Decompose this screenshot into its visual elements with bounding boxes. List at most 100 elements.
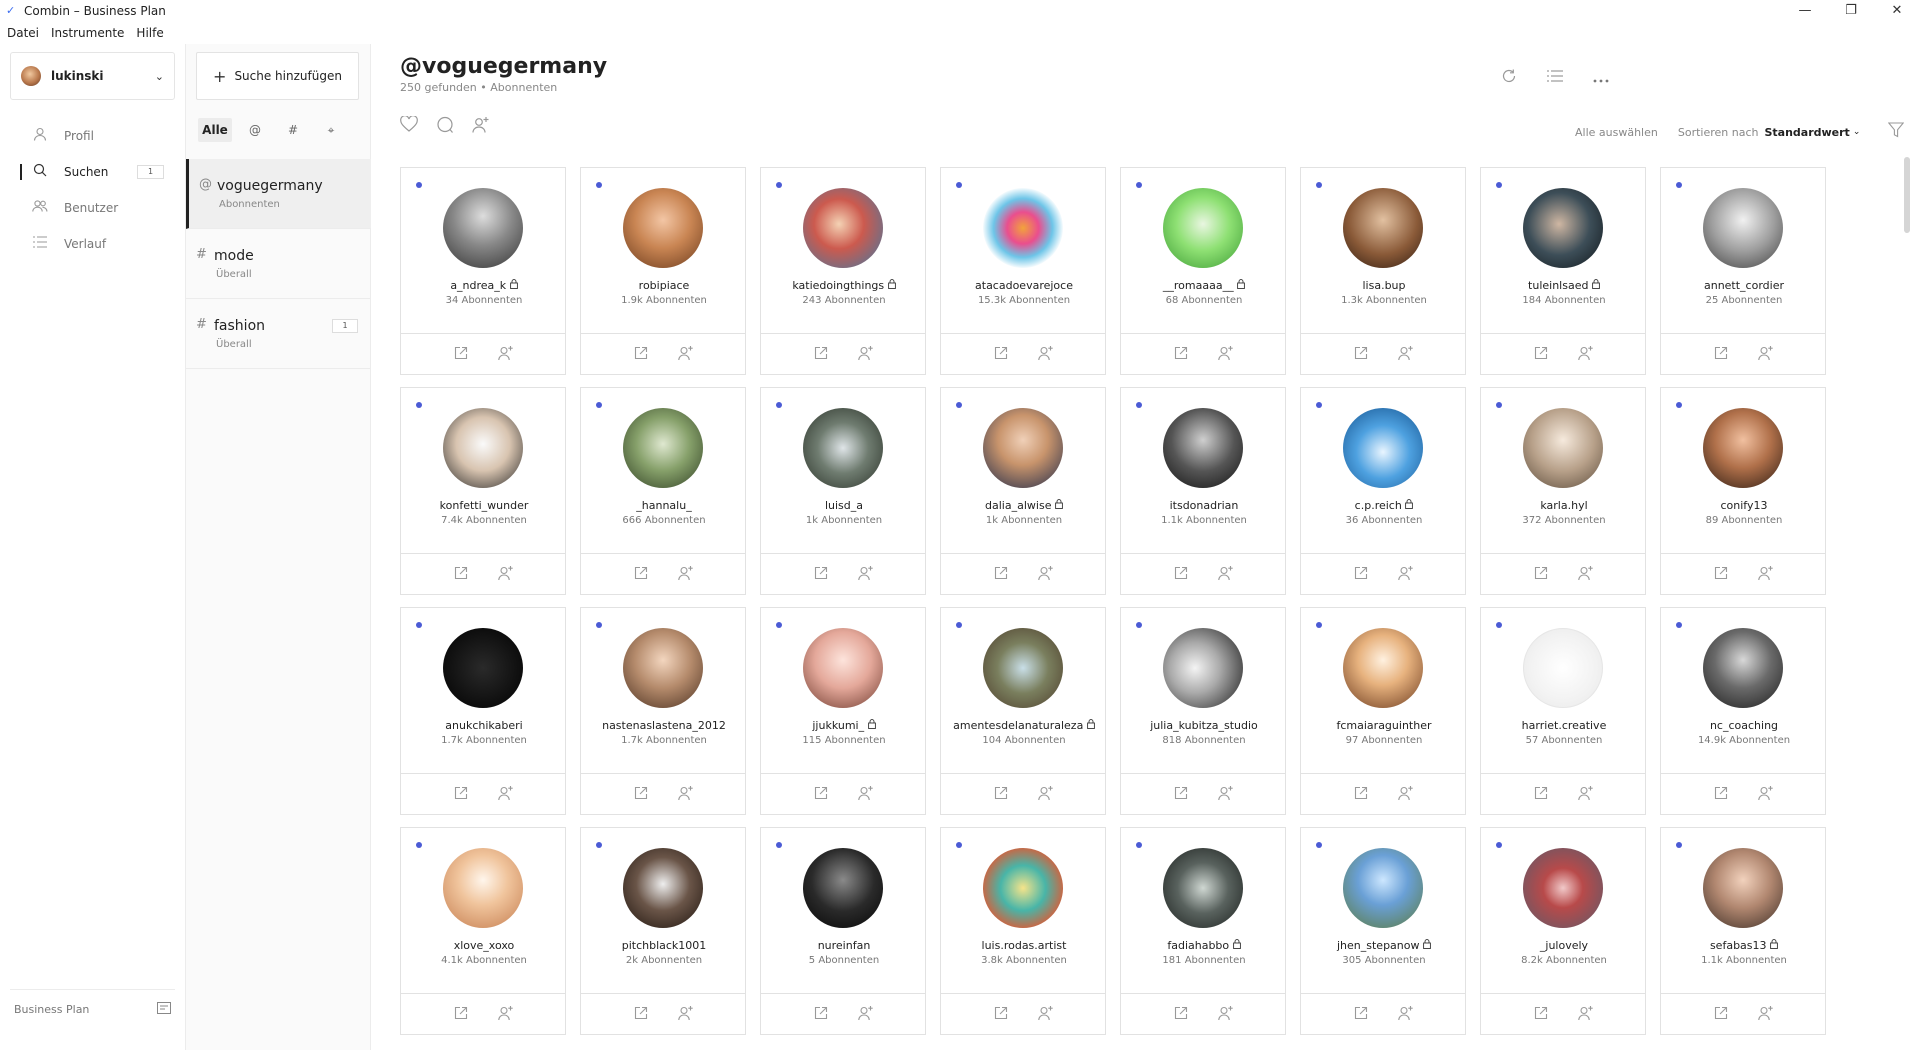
open-external-icon[interactable] (1518, 346, 1563, 364)
follow-icon[interactable] (1743, 345, 1788, 365)
follow-icon[interactable] (1023, 565, 1068, 585)
selection-dot[interactable] (1136, 402, 1142, 408)
open-external-icon[interactable] (1338, 566, 1383, 584)
selection-dot[interactable] (1676, 842, 1682, 848)
username[interactable]: harriet.creative (1481, 719, 1647, 732)
username[interactable]: lisa.bup (1301, 279, 1467, 292)
username[interactable]: sefabas13 (1661, 939, 1827, 952)
user-card[interactable]: tuleinlsaed 184 Abonnenten (1480, 167, 1646, 375)
selection-dot[interactable] (596, 622, 602, 628)
avatar[interactable] (1163, 848, 1243, 928)
avatar[interactable] (1163, 408, 1243, 488)
user-card[interactable]: annett_cordier 25 Abonnenten (1660, 167, 1826, 375)
open-external-icon[interactable] (798, 786, 843, 804)
account-switcher[interactable]: lukinski ⌄ (10, 52, 175, 100)
username[interactable]: c.p.reich (1301, 499, 1467, 512)
follow-icon[interactable] (843, 785, 888, 805)
user-card[interactable]: karla.hyl 372 Abonnenten (1480, 387, 1646, 595)
selection-dot[interactable] (1496, 622, 1502, 628)
filter-icon[interactable] (1888, 122, 1905, 142)
username[interactable]: xlove_xoxo (401, 939, 567, 952)
selection-dot[interactable] (1136, 622, 1142, 628)
selection-dot[interactable] (956, 402, 962, 408)
user-card[interactable]: konfetti_wunder 7.4k Abonnenten (400, 387, 566, 595)
username[interactable]: nc_coaching (1661, 719, 1827, 732)
sidebar-item-verlauf[interactable]: Verlauf (0, 226, 186, 262)
username[interactable]: anukchikaberi (401, 719, 567, 732)
open-external-icon[interactable] (978, 786, 1023, 804)
selection-dot[interactable] (416, 842, 422, 848)
avatar[interactable] (443, 408, 523, 488)
follow-icon[interactable] (1743, 565, 1788, 585)
selection-dot[interactable] (776, 842, 782, 848)
refresh-icon[interactable] (1486, 68, 1532, 88)
follow-icon[interactable] (1023, 345, 1068, 365)
open-external-icon[interactable] (1338, 346, 1383, 364)
user-card[interactable]: fcmaiaraguinther 97 Abonnenten (1300, 607, 1466, 815)
open-external-icon[interactable] (1518, 566, 1563, 584)
selection-dot[interactable] (596, 402, 602, 408)
open-external-icon[interactable] (1158, 1006, 1203, 1024)
selection-dot[interactable] (776, 402, 782, 408)
avatar[interactable] (1523, 848, 1603, 928)
follow-icon[interactable] (1383, 345, 1428, 365)
selection-dot[interactable] (1316, 182, 1322, 188)
scrollbar[interactable] (1904, 157, 1910, 233)
list-view-icon[interactable] (1532, 68, 1578, 88)
user-card[interactable]: nc_coaching 14.9k Abonnenten (1660, 607, 1826, 815)
username[interactable]: a_ndrea_k (401, 279, 567, 292)
username[interactable]: nureinfan (761, 939, 927, 952)
filter-location-icon[interactable]: ⌖ (312, 118, 350, 142)
user-card[interactable]: dalia_alwise 1k Abonnenten (940, 387, 1106, 595)
follow-icon[interactable] (472, 116, 508, 139)
username[interactable]: dalia_alwise (941, 499, 1107, 512)
menu-datei[interactable]: Datei (7, 26, 39, 40)
minimize-icon[interactable]: — (1782, 0, 1828, 22)
search-item-mode[interactable]: # mode Überall (186, 229, 371, 299)
username[interactable]: robipiace (581, 279, 747, 292)
selection-dot[interactable] (1136, 182, 1142, 188)
avatar[interactable] (1523, 408, 1603, 488)
avatar[interactable] (1343, 848, 1423, 928)
user-card[interactable]: pitchblack1001 2k Abonnenten (580, 827, 746, 1035)
open-external-icon[interactable] (1158, 786, 1203, 804)
selection-dot[interactable] (1496, 182, 1502, 188)
filter-all[interactable]: Alle (198, 118, 232, 142)
follow-icon[interactable] (1383, 785, 1428, 805)
selection-dot[interactable] (776, 182, 782, 188)
filter-user-icon[interactable]: @ (236, 118, 274, 142)
follow-icon[interactable] (663, 785, 708, 805)
sidebar-item-profil[interactable]: Profil (0, 118, 186, 154)
avatar[interactable] (1343, 628, 1423, 708)
avatar[interactable] (1703, 628, 1783, 708)
avatar[interactable] (1523, 188, 1603, 268)
selection-dot[interactable] (1676, 622, 1682, 628)
follow-icon[interactable] (1203, 565, 1248, 585)
open-external-icon[interactable] (978, 346, 1023, 364)
follow-icon[interactable] (1563, 1005, 1608, 1025)
username[interactable]: __romaaaa__ (1121, 279, 1287, 292)
follow-icon[interactable] (1383, 565, 1428, 585)
open-external-icon[interactable] (798, 346, 843, 364)
user-card[interactable]: fadiahabbo 181 Abonnenten (1120, 827, 1286, 1035)
open-external-icon[interactable] (438, 346, 483, 364)
selection-dot[interactable] (776, 622, 782, 628)
follow-icon[interactable] (1563, 565, 1608, 585)
username[interactable]: konfetti_wunder (401, 499, 567, 512)
more-options-icon[interactable] (1578, 68, 1624, 88)
user-card[interactable]: jjukkumi_ 115 Abonnenten (760, 607, 926, 815)
avatar[interactable] (983, 848, 1063, 928)
username[interactable]: luisd_a (761, 499, 927, 512)
plan-card-icon[interactable] (157, 1001, 171, 1018)
follow-icon[interactable] (1203, 785, 1248, 805)
selection-dot[interactable] (1316, 402, 1322, 408)
selection-dot[interactable] (1676, 402, 1682, 408)
follow-icon[interactable] (1563, 785, 1608, 805)
select-all-button[interactable]: Alle auswählen (1575, 126, 1658, 139)
follow-icon[interactable] (483, 785, 528, 805)
username[interactable]: fadiahabbo (1121, 939, 1287, 952)
open-external-icon[interactable] (798, 1006, 843, 1024)
follow-icon[interactable] (483, 565, 528, 585)
selection-dot[interactable] (1136, 842, 1142, 848)
avatar[interactable] (983, 188, 1063, 268)
